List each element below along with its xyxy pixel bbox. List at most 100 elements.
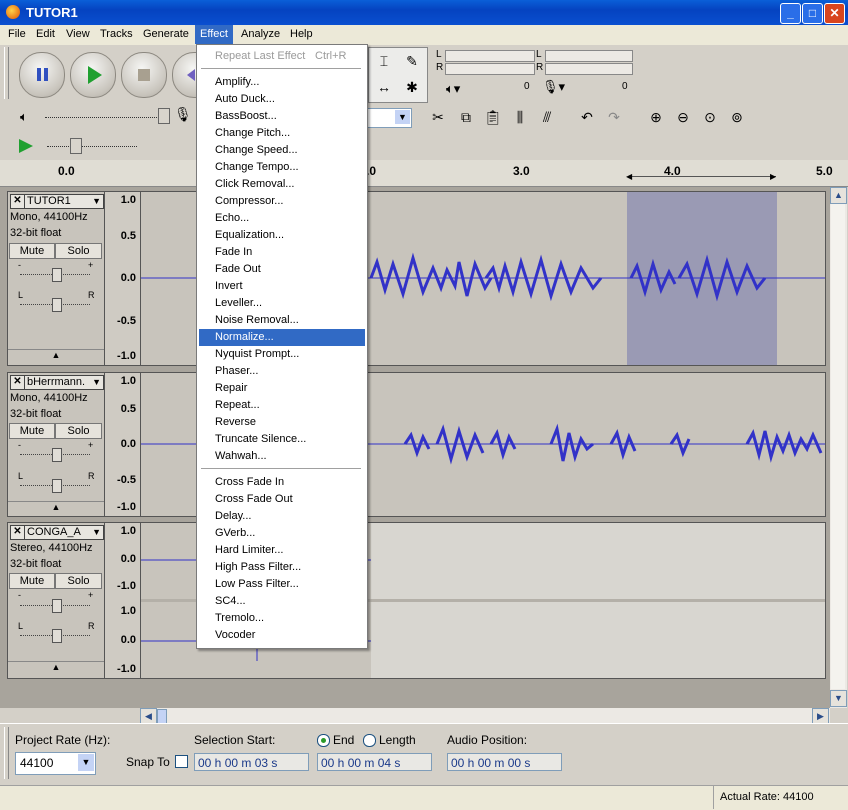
undo-icon[interactable]: ↶ bbox=[576, 106, 598, 128]
menu-item-auto-duck[interactable]: Auto Duck... bbox=[199, 91, 365, 108]
scroll-up-icon[interactable]: ▲ bbox=[830, 187, 847, 204]
menu-item-gverb[interactable]: GVerb... bbox=[199, 525, 365, 542]
collapse-track-icon[interactable]: ▲ bbox=[8, 661, 104, 678]
zoom-out-icon[interactable]: ⊖ bbox=[672, 106, 694, 128]
zoom-in-icon[interactable]: ⊕ bbox=[645, 106, 667, 128]
mute-button[interactable]: Mute bbox=[9, 423, 55, 439]
play-speed-slider[interactable] bbox=[47, 146, 137, 148]
close-button[interactable]: ✕ bbox=[824, 3, 845, 24]
menu-item-compressor[interactable]: Compressor... bbox=[199, 193, 365, 210]
scroll-down-icon[interactable]: ▼ bbox=[830, 690, 847, 707]
menu-item-nyquist-prompt[interactable]: Nyquist Prompt... bbox=[199, 346, 365, 363]
fit-selection-icon[interactable]: ⊙ bbox=[699, 106, 721, 128]
audio-position-time[interactable]: 00 h 00 m 00 s bbox=[447, 753, 562, 771]
menu-item-echo[interactable]: Echo... bbox=[199, 210, 365, 227]
timeline-ruler[interactable]: 0.0 .0 3.0 4.0 5.0 ◀ ▶ bbox=[0, 160, 848, 187]
timeshift-tool-icon[interactable]: ↔ bbox=[373, 76, 395, 98]
menu-item-change-tempo[interactable]: Change Tempo... bbox=[199, 159, 365, 176]
project-rate-select[interactable]: 44100 ▼ bbox=[15, 752, 96, 775]
mute-button[interactable]: Mute bbox=[9, 243, 55, 259]
pause-button[interactable] bbox=[19, 52, 65, 98]
gain-slider-thumb[interactable] bbox=[52, 599, 62, 613]
output-volume-slider[interactable] bbox=[45, 117, 165, 119]
redo-icon[interactable]: ↷ bbox=[603, 106, 625, 128]
menu-generate[interactable]: Generate bbox=[138, 25, 194, 44]
menu-item-repair[interactable]: Repair bbox=[199, 380, 365, 397]
menu-item-delay[interactable]: Delay... bbox=[199, 508, 365, 525]
paste-icon[interactable]: 📋︎ bbox=[482, 106, 504, 128]
menu-item-tremolo[interactable]: Tremolo... bbox=[199, 610, 365, 627]
menu-item-change-speed[interactable]: Change Speed... bbox=[199, 142, 365, 159]
output-volume-thumb[interactable] bbox=[158, 108, 170, 124]
menu-item-cross-fade-in[interactable]: Cross Fade In bbox=[199, 474, 365, 491]
track-close-button[interactable]: ✕ bbox=[10, 525, 25, 540]
pan-slider-thumb[interactable] bbox=[52, 298, 62, 312]
menu-item-equalization[interactable]: Equalization... bbox=[199, 227, 365, 244]
menu-item-normalize[interactable]: Normalize... bbox=[199, 329, 365, 346]
menu-item-change-pitch[interactable]: Change Pitch... bbox=[199, 125, 365, 142]
track-close-button[interactable]: ✕ bbox=[10, 194, 25, 209]
menu-item-bassboost[interactable]: BassBoost... bbox=[199, 108, 365, 125]
collapse-track-icon[interactable]: ▲ bbox=[8, 501, 104, 516]
solo-button[interactable]: Solo bbox=[55, 423, 102, 439]
copy-icon[interactable]: ⧉ bbox=[455, 106, 477, 128]
selection-end-time[interactable]: 00 h 00 m 04 s bbox=[317, 753, 432, 771]
menu-item-repeat[interactable]: Repeat... bbox=[199, 397, 365, 414]
stop-button[interactable] bbox=[121, 52, 167, 98]
menu-item-high-pass-filter[interactable]: High Pass Filter... bbox=[199, 559, 365, 576]
trim-icon[interactable]: ⫼ bbox=[509, 106, 531, 128]
menu-item-repeat-last-effect[interactable]: Repeat Last Effect Ctrl+R bbox=[199, 48, 365, 65]
menu-item-low-pass-filter[interactable]: Low Pass Filter... bbox=[199, 576, 365, 593]
maximize-button[interactable]: □ bbox=[802, 3, 823, 24]
menu-tracks[interactable]: Tracks bbox=[95, 25, 138, 44]
menu-file[interactable]: File bbox=[3, 25, 31, 44]
pan-slider-thumb[interactable] bbox=[52, 629, 62, 643]
menu-item-phaser[interactable]: Phaser... bbox=[199, 363, 365, 380]
snap-to-checkbox[interactable] bbox=[175, 755, 188, 768]
length-radio[interactable] bbox=[363, 734, 376, 747]
menu-analyze[interactable]: Analyze bbox=[236, 25, 285, 44]
menu-item-noise-removal[interactable]: Noise Removal... bbox=[199, 312, 365, 329]
menu-help[interactable]: Help bbox=[285, 25, 318, 44]
gain-slider-thumb[interactable] bbox=[52, 268, 62, 282]
menu-item-invert[interactable]: Invert bbox=[199, 278, 365, 295]
track-name-menu[interactable]: bHerrmann. ▼ bbox=[24, 375, 104, 390]
end-radio[interactable] bbox=[317, 734, 330, 747]
menu-item-amplify[interactable]: Amplify... bbox=[199, 74, 365, 91]
menu-item-hard-limiter[interactable]: Hard Limiter... bbox=[199, 542, 365, 559]
track-close-button[interactable]: ✕ bbox=[10, 375, 25, 390]
menu-edit[interactable]: Edit bbox=[31, 25, 60, 44]
gain-slider-thumb[interactable] bbox=[52, 448, 62, 462]
track-name-menu[interactable]: CONGA_A ▼ bbox=[24, 525, 104, 540]
solo-button[interactable]: Solo bbox=[55, 573, 102, 589]
track-name-menu[interactable]: TUTOR1 ▼ bbox=[24, 194, 104, 209]
minimize-button[interactable]: _ bbox=[780, 3, 801, 24]
play-speed-thumb[interactable] bbox=[70, 138, 82, 154]
menu-effect[interactable]: Effect bbox=[195, 25, 233, 44]
speaker-icon[interactable]: 🔈︎▾ bbox=[446, 81, 460, 97]
solo-button[interactable]: Solo bbox=[55, 243, 102, 259]
vertical-scrollbar[interactable]: ▲ ▼ bbox=[830, 187, 847, 708]
scrollbar-track[interactable] bbox=[831, 204, 845, 689]
menu-item-sc4[interactable]: SC4... bbox=[199, 593, 365, 610]
input-source-select[interactable]: ▼ bbox=[366, 108, 412, 128]
selection-start-time[interactable]: 00 h 00 m 03 s bbox=[194, 753, 309, 771]
fit-project-icon[interactable]: ⊚ bbox=[726, 106, 748, 128]
microphone-icon[interactable]: 🎙︎▾ bbox=[542, 79, 565, 95]
draw-tool-icon[interactable]: ✎ bbox=[401, 50, 423, 72]
pan-slider-thumb[interactable] bbox=[52, 479, 62, 493]
selection-tool-icon[interactable]: ⌶ bbox=[373, 50, 395, 72]
menu-item-fade-out[interactable]: Fade Out bbox=[199, 261, 365, 278]
menu-item-vocoder[interactable]: Vocoder bbox=[199, 627, 365, 644]
menu-item-fade-in[interactable]: Fade In bbox=[199, 244, 365, 261]
menu-item-truncate-silence[interactable]: Truncate Silence... bbox=[199, 431, 365, 448]
menu-view[interactable]: View bbox=[61, 25, 95, 44]
menu-item-click-removal[interactable]: Click Removal... bbox=[199, 176, 365, 193]
mute-button[interactable]: Mute bbox=[9, 573, 55, 589]
multi-tool-icon[interactable]: ✱ bbox=[401, 76, 423, 98]
cut-icon[interactable]: ✂ bbox=[427, 106, 449, 128]
silence-icon[interactable]: ⫻ bbox=[536, 106, 558, 128]
play-button[interactable] bbox=[70, 52, 116, 98]
menu-item-wahwah[interactable]: Wahwah... bbox=[199, 448, 365, 465]
collapse-track-icon[interactable]: ▲ bbox=[8, 349, 104, 365]
